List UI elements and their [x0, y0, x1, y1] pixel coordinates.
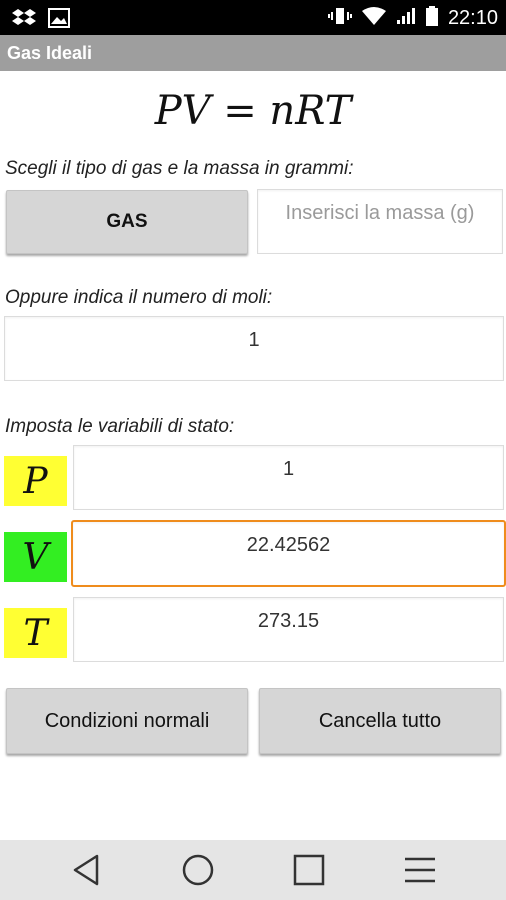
pressure-value: 1: [282, 458, 295, 480]
app-title: Gas Ideali: [7, 43, 93, 63]
clear-all-button[interactable]: Cancella tutto: [259, 688, 501, 754]
volume-symbol: V: [4, 532, 67, 582]
moles-input-value: 1: [248, 329, 260, 351]
battery-icon: [425, 6, 438, 31]
temperature-input[interactable]: 273.15: [73, 597, 504, 662]
pressure-symbol-text: P: [23, 460, 48, 502]
clock: 22:10: [447, 7, 498, 29]
volume-symbol-text: V: [22, 536, 49, 578]
equation-title: PV = nRT: [154, 88, 352, 134]
pressure-symbol: P: [4, 456, 67, 506]
wifi-icon: [361, 6, 386, 31]
mass-input-placeholder: Inserisci la massa (g): [285, 202, 475, 224]
menu-icon[interactable]: [400, 852, 440, 888]
navigation-bar: [0, 840, 506, 900]
recents-icon[interactable]: [289, 852, 329, 888]
normal-conditions-button[interactable]: Condizioni normali: [6, 688, 248, 754]
moles-input[interactable]: 1: [4, 316, 504, 381]
action-bar: Gas Ideali: [0, 35, 506, 71]
moles-section-label: Oppure indica il numero di moli:: [5, 287, 273, 308]
temperature-value: 273.15: [257, 610, 320, 632]
gas-button[interactable]: GAS: [6, 190, 248, 254]
vibrate-icon: [327, 6, 352, 31]
gas-section-label: Scegli il tipo di gas e la massa in gram…: [5, 158, 354, 179]
state-section-label: Imposta le variabili di stato:: [5, 416, 235, 437]
mass-input[interactable]: Inserisci la massa (g): [257, 189, 503, 254]
home-icon[interactable]: [178, 852, 218, 888]
pressure-input[interactable]: 1: [73, 445, 504, 510]
temperature-symbol-text: T: [23, 612, 48, 654]
signal-icon: [396, 6, 416, 31]
back-icon[interactable]: [66, 852, 106, 888]
temperature-symbol: T: [4, 608, 67, 658]
dropbox-icon: [12, 8, 36, 33]
volume-input[interactable]: 22.42562: [71, 520, 506, 587]
volume-value: 22.42562: [246, 534, 331, 556]
image-icon: [48, 8, 70, 33]
status-bar: 22:10: [0, 0, 506, 35]
